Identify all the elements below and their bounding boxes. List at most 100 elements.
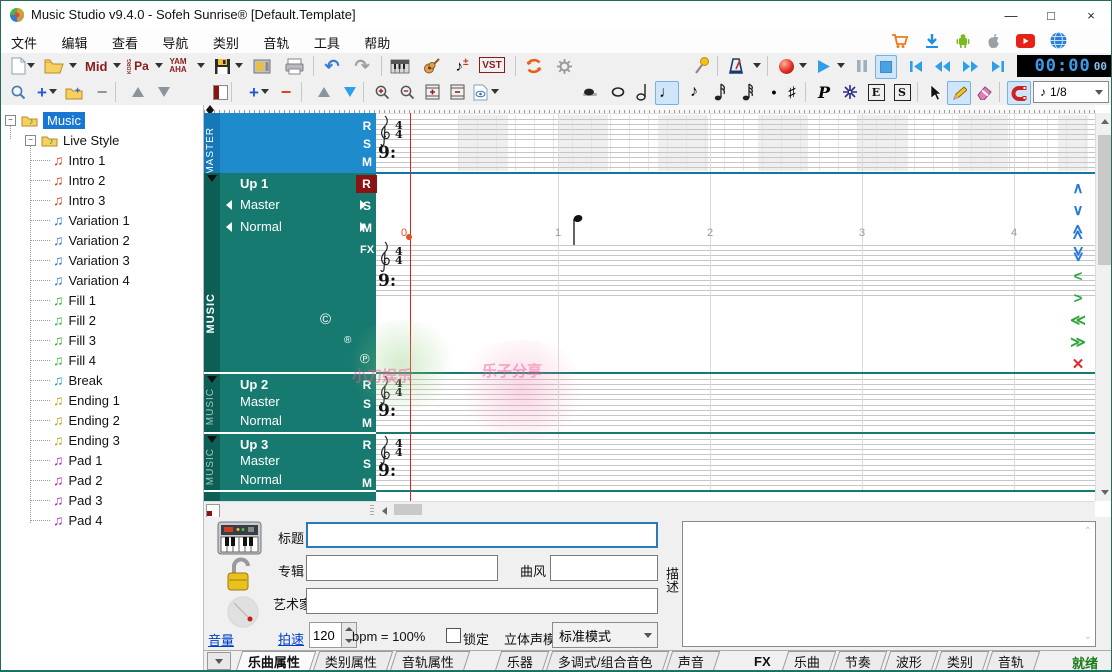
- step-forward-button[interactable]: [987, 55, 1009, 77]
- tempo-lock-checkbox[interactable]: [446, 628, 461, 643]
- pedal-button[interactable]: P: [813, 81, 835, 103]
- view-options-dropdown[interactable]: [491, 89, 499, 94]
- select-cursor-icon[interactable]: [925, 81, 947, 103]
- master-record-button[interactable]: R: [358, 117, 376, 135]
- jump-down-button[interactable]: ≪: [1067, 240, 1089, 268]
- pencil-tool-button[interactable]: [947, 81, 971, 105]
- up3-master-selector[interactable]: Master: [226, 453, 366, 468]
- up1-solo-button[interactable]: S: [358, 197, 376, 215]
- scroll-down-icon[interactable]: ⌄: [1084, 631, 1092, 642]
- tree-item-ending3[interactable]: ♫Ending 3: [53, 430, 120, 450]
- tree-root-label[interactable]: Music: [43, 112, 85, 129]
- jump-left-button[interactable]: ≪: [1064, 309, 1092, 331]
- track-name[interactable]: Up 3: [240, 437, 268, 452]
- print-button[interactable]: [283, 55, 305, 77]
- track-move-up-button[interactable]: [313, 81, 335, 103]
- tree-item-pad4[interactable]: ♫Pad 4: [53, 510, 102, 530]
- scroll-down-icon[interactable]: [1096, 484, 1112, 501]
- tree-item-variation2[interactable]: ♫Variation 2: [53, 230, 130, 250]
- quarter-note-button[interactable]: ♩: [655, 81, 679, 105]
- piano-keyboard-icon[interactable]: [389, 55, 411, 77]
- sound-module-icon[interactable]: [251, 55, 273, 77]
- undo-icon[interactable]: ↶: [321, 55, 343, 77]
- up3-treble-staff[interactable]: [376, 439, 1095, 460]
- delete-button[interactable]: ✕: [1064, 353, 1092, 375]
- up3-solo-button[interactable]: S: [358, 455, 376, 473]
- stop-button[interactable]: [875, 55, 897, 79]
- move-left-button[interactable]: <: [1064, 265, 1092, 287]
- menu-view[interactable]: 查看: [102, 29, 148, 56]
- tab-instrument[interactable]: 乐器: [495, 651, 550, 671]
- tab-song[interactable]: 乐曲: [782, 651, 837, 671]
- expand-tracks-icon[interactable]: [421, 81, 443, 103]
- tab-category-properties[interactable]: 类别属性: [313, 651, 394, 671]
- up2-bass-staff[interactable]: [376, 405, 1095, 426]
- play-dropdown[interactable]: [837, 63, 845, 68]
- up3-strip[interactable]: MUSIC: [204, 434, 220, 490]
- volume-knob-icon[interactable]: [226, 595, 260, 629]
- tab-waveform[interactable]: 波形: [884, 651, 939, 671]
- tab-multimode[interactable]: 多调式/组合音色: [546, 651, 669, 671]
- tree-item-pad1[interactable]: ♫Pad 1: [53, 450, 102, 470]
- collapse-tracks-icon[interactable]: [446, 81, 468, 103]
- master-strip[interactable]: MASTER: [204, 113, 220, 173]
- menu-category[interactable]: 类别: [203, 29, 249, 56]
- event-edit-button[interactable]: E: [865, 81, 887, 103]
- up2-mute-button[interactable]: M: [358, 414, 376, 432]
- vertical-scrollbar[interactable]: [1095, 113, 1112, 501]
- track-move-down-button[interactable]: [339, 81, 361, 103]
- tree-item-pad3[interactable]: ♫Pad 3: [53, 490, 102, 510]
- tree-item-variation1[interactable]: ♫Variation 1: [53, 210, 130, 230]
- title-input[interactable]: [306, 522, 658, 548]
- shop-cart-icon[interactable]: [891, 33, 909, 49]
- thirtysecond-note-button[interactable]: [737, 81, 759, 103]
- record-button[interactable]: [775, 55, 797, 77]
- tree-item-intro1[interactable]: ♫Intro 1: [53, 150, 105, 170]
- open-file-dropdown[interactable]: [69, 63, 77, 68]
- artist-input[interactable]: [306, 588, 658, 614]
- tree-add-dropdown[interactable]: [49, 89, 57, 94]
- redo-icon[interactable]: ↷: [351, 55, 373, 77]
- rewind-button[interactable]: [931, 55, 953, 77]
- scroll-up-icon[interactable]: ⌃: [1084, 526, 1092, 537]
- tree-root-music[interactable]: − ♪ Music: [5, 110, 85, 130]
- collapse-expander-icon[interactable]: −: [25, 135, 36, 146]
- tree-item-fill2[interactable]: ♫Fill 2: [53, 310, 96, 330]
- new-file-dropdown[interactable]: [27, 63, 35, 68]
- tempo-spinner[interactable]: [309, 622, 357, 648]
- volume-link[interactable]: 音量: [208, 630, 234, 649]
- tree-group-live-style[interactable]: − ♪ Live Style: [25, 130, 119, 150]
- tempo-link[interactable]: 拍速: [278, 629, 304, 648]
- tab-fx[interactable]: FX: [743, 652, 786, 671]
- up1-strip[interactable]: MUSIC: [204, 173, 220, 372]
- download-icon[interactable]: [924, 33, 940, 49]
- up2-solo-button[interactable]: S: [358, 395, 376, 413]
- refresh-icon[interactable]: [523, 55, 545, 77]
- master-mute-button[interactable]: M: [358, 153, 376, 171]
- up2-treble-staff[interactable]: [376, 379, 1095, 400]
- globe-icon[interactable]: [1050, 32, 1067, 49]
- tree-move-up-button[interactable]: [127, 81, 149, 103]
- tree-move-down-button[interactable]: [153, 81, 175, 103]
- tree-item-fill1[interactable]: ♫Fill 1: [53, 290, 96, 310]
- android-icon[interactable]: [955, 33, 971, 49]
- yamaha-import-dropdown[interactable]: [197, 63, 205, 68]
- tree-remove-button[interactable]: −: [91, 81, 113, 103]
- whole-note-button[interactable]: [607, 81, 629, 103]
- play-button[interactable]: [813, 55, 835, 77]
- scroll-up-icon[interactable]: [1096, 113, 1112, 130]
- collapse-expander-icon[interactable]: −: [5, 115, 16, 126]
- up1-fx-button[interactable]: FX: [358, 241, 376, 259]
- apple-icon[interactable]: [986, 33, 1001, 49]
- zoom-in-icon[interactable]: [371, 81, 393, 103]
- arpeggio-star-icon[interactable]: [839, 81, 861, 103]
- tree-item-fill3[interactable]: ♫Fill 3: [53, 330, 96, 350]
- step-back-button[interactable]: [905, 55, 927, 77]
- fast-forward-button[interactable]: [959, 55, 981, 77]
- track-name[interactable]: Up 1: [240, 176, 268, 191]
- master-header[interactable]: RSM: [220, 113, 376, 173]
- tab-sound[interactable]: 声音: [665, 651, 720, 671]
- up3-bass-staff[interactable]: [376, 465, 1095, 486]
- add-folder-button[interactable]: +: [63, 81, 85, 103]
- tab-rhythm[interactable]: 节奏: [833, 651, 888, 671]
